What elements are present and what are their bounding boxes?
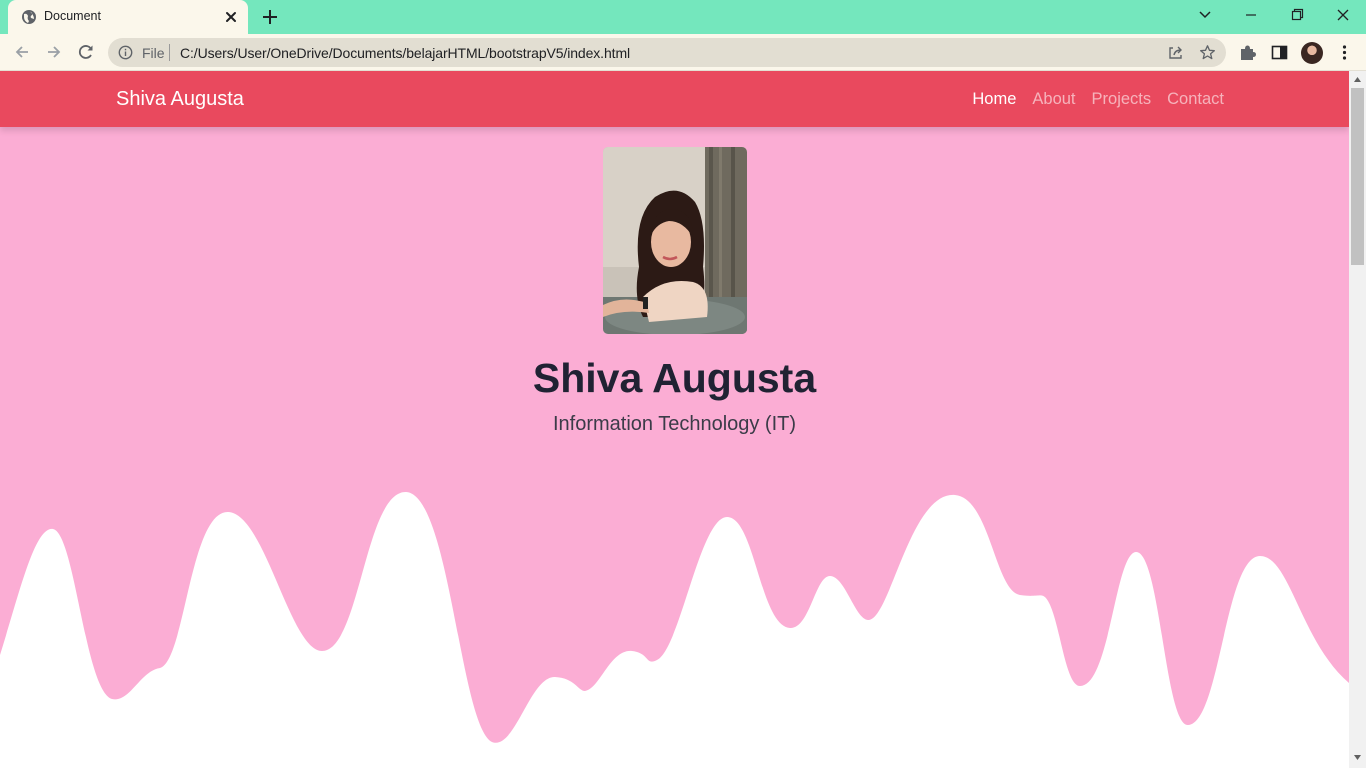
forward-icon[interactable] [44,42,64,62]
nav-link-projects[interactable]: Projects [1092,90,1152,109]
globe-icon [22,10,36,24]
omnibox-divider [169,44,170,61]
scheme-label: File [142,45,165,61]
scroll-up-arrow-icon[interactable] [1353,75,1362,84]
tab-title: Document [44,9,101,23]
star-icon[interactable] [1199,44,1216,61]
tab-strip: Document [0,0,1366,34]
page-scrollbar[interactable] [1349,71,1366,768]
side-panel-icon[interactable] [1270,43,1289,62]
plus-icon[interactable] [260,7,280,27]
browser-toolbar: File C:/Users/User/OneDrive/Documents/be… [0,34,1366,71]
profile-avatar[interactable] [1301,42,1323,64]
window-close-icon[interactable] [1331,5,1355,25]
nav-link-home[interactable]: Home [972,90,1016,109]
url-text[interactable]: C:/Users/User/OneDrive/Documents/belajar… [180,45,630,61]
more-vert-icon[interactable] [1335,43,1354,62]
share-icon[interactable] [1167,44,1184,61]
page-viewport: Shiva Augusta Home About Projects Contac… [0,71,1366,768]
puzzle-icon[interactable] [1238,43,1257,62]
address-bar[interactable]: File C:/Users/User/OneDrive/Documents/be… [108,38,1226,67]
navbar-brand[interactable]: Shiva Augusta [116,88,244,111]
reload-icon[interactable] [76,42,96,62]
nav-link-about[interactable]: About [1032,90,1075,109]
scrollbar-thumb[interactable] [1351,88,1364,265]
nav-links: Home About Projects Contact [972,90,1224,109]
chevron-down-icon[interactable] [1193,5,1217,25]
back-icon[interactable] [12,42,32,62]
restore-icon[interactable] [1285,5,1309,25]
close-icon[interactable] [222,8,240,26]
decorative-wave [0,491,1349,768]
minimize-icon[interactable] [1239,5,1263,25]
browser-tab[interactable]: Document [8,0,248,34]
page: Shiva Augusta Home About Projects Contac… [0,71,1349,768]
info-icon[interactable] [118,45,133,60]
site-navbar: Shiva Augusta Home About Projects Contac… [0,71,1349,127]
nav-link-contact[interactable]: Contact [1167,90,1224,109]
scroll-down-arrow-icon[interactable] [1353,753,1362,762]
